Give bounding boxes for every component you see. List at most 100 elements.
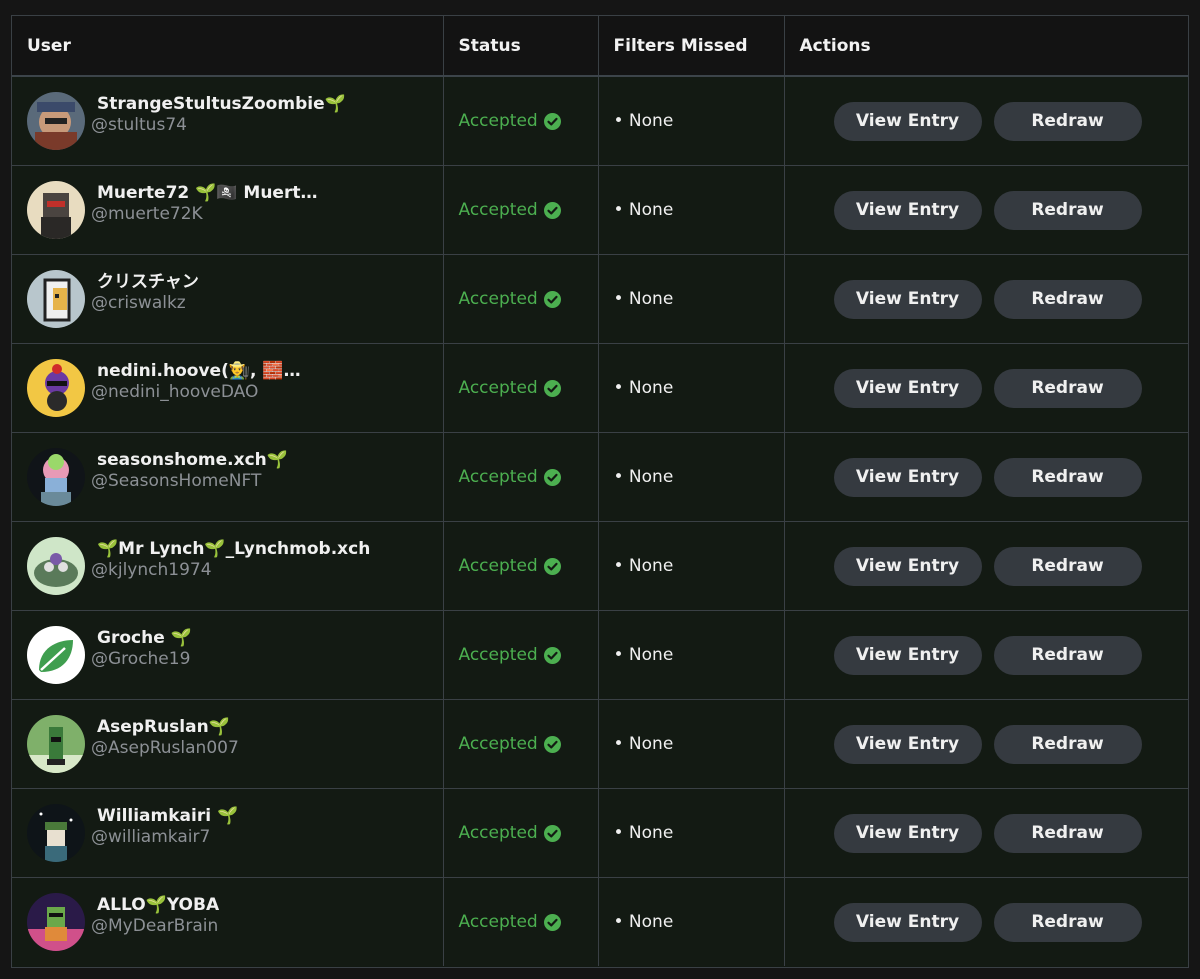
column-header-actions: Actions — [784, 16, 1188, 77]
status-text: Accepted — [458, 111, 538, 131]
redraw-button[interactable]: Redraw — [993, 724, 1142, 764]
actions-cell: View Entry Redraw — [784, 610, 1188, 700]
view-entry-button[interactable]: View Entry — [833, 190, 982, 230]
column-header-filters-missed[interactable]: Filters Missed — [598, 16, 785, 77]
avatar[interactable] — [27, 626, 85, 684]
actions-cell: View Entry Redraw — [784, 75, 1188, 166]
filters-missed-cell: • None — [598, 610, 785, 700]
user-handle: @stultus74 — [91, 115, 187, 135]
user-cell: nedini.hoove(👨‍🌾, 🧱… @nedini_hooveDAO — [12, 343, 444, 433]
actions-cell: View Entry Redraw — [784, 165, 1188, 255]
filters-missed-value: • None — [613, 378, 674, 398]
status-badge: Accepted — [459, 734, 583, 754]
actions-cell: View Entry Redraw — [784, 788, 1188, 878]
filters-missed-cell: • None — [598, 432, 785, 522]
check-circle-icon — [543, 735, 561, 753]
user-handle: @muerte72K — [91, 204, 203, 224]
status-badge: Accepted — [459, 111, 583, 131]
entries-grid: User Status Filters Missed Actions Stran… — [12, 16, 1188, 966]
avatar[interactable] — [27, 537, 85, 595]
redraw-button[interactable]: Redraw — [993, 101, 1142, 141]
status-cell: Accepted — [443, 165, 599, 255]
filters-missed-cell: • None — [598, 877, 785, 966]
avatar[interactable] — [27, 181, 85, 239]
view-entry-button[interactable]: View Entry — [833, 635, 982, 675]
filters-missed-value: • None — [613, 645, 674, 665]
view-entry-button[interactable]: View Entry — [833, 368, 982, 408]
redraw-button[interactable]: Redraw — [993, 635, 1142, 675]
avatar[interactable] — [27, 893, 85, 951]
actions-cell: View Entry Redraw — [784, 699, 1188, 789]
status-cell: Accepted — [443, 75, 599, 166]
view-entry-button[interactable]: View Entry — [833, 457, 982, 497]
redraw-button[interactable]: Redraw — [993, 279, 1142, 319]
status-text: Accepted — [458, 289, 538, 309]
status-text: Accepted — [458, 467, 538, 487]
user-cell: Groche 🌱 @Groche19 — [12, 610, 444, 700]
view-entry-button[interactable]: View Entry — [833, 101, 982, 141]
check-circle-icon — [543, 913, 561, 931]
avatar[interactable] — [27, 804, 85, 862]
avatar[interactable] — [27, 359, 85, 417]
user-cell: AsepRuslan🌱 @AsepRuslan007 — [12, 699, 444, 789]
column-header-status[interactable]: Status — [443, 16, 599, 77]
status-text: Accepted — [458, 734, 538, 754]
actions-cell: View Entry Redraw — [784, 521, 1188, 611]
filters-missed-cell: • None — [598, 343, 785, 433]
redraw-button[interactable]: Redraw — [993, 190, 1142, 230]
table-row: nedini.hoove(👨‍🌾, 🧱… @nedini_hooveDAO Ac… — [12, 343, 1188, 433]
user-cell: Muerte72 🌱🏴‍☠️ Muert… @muerte72K — [12, 165, 444, 255]
actions-cell: View Entry Redraw — [784, 877, 1188, 966]
status-badge: Accepted — [459, 556, 583, 576]
status-cell: Accepted — [443, 254, 599, 344]
view-entry-button[interactable]: View Entry — [833, 546, 982, 586]
avatar[interactable] — [27, 92, 85, 150]
filters-missed-value: • None — [613, 467, 674, 487]
status-badge: Accepted — [459, 823, 583, 843]
display-name: AsepRuslan🌱 — [97, 717, 230, 737]
display-name: 🌱Mr Lynch🌱_Lynchmob.xch — [97, 539, 371, 559]
filters-missed-value: • None — [613, 556, 674, 576]
table-row: seasonshome.xch🌱 @SeasonsHomeNFT Accepte… — [12, 432, 1188, 522]
table-row: StrangeStultusZoombie🌱 @stultus74 Accept… — [12, 75, 1188, 166]
redraw-button[interactable]: Redraw — [993, 368, 1142, 408]
check-circle-icon — [543, 290, 561, 308]
view-entry-button[interactable]: View Entry — [833, 902, 982, 942]
status-cell: Accepted — [443, 877, 599, 966]
actions-cell: View Entry Redraw — [784, 343, 1188, 433]
check-circle-icon — [543, 112, 561, 130]
redraw-button[interactable]: Redraw — [993, 457, 1142, 497]
avatar[interactable] — [27, 715, 85, 773]
user-handle: @nedini_hooveDAO — [91, 382, 259, 402]
user-cell: Williamkairi 🌱 @williamkair7 — [12, 788, 444, 878]
display-name: Muerte72 🌱🏴‍☠️ Muert… — [97, 183, 318, 203]
view-entry-button[interactable]: View Entry — [833, 813, 982, 853]
redraw-button[interactable]: Redraw — [993, 902, 1142, 942]
display-name: Williamkairi 🌱 — [97, 806, 239, 826]
user-handle: @criswalkz — [91, 293, 186, 313]
filters-missed-value: • None — [613, 200, 674, 220]
actions-cell: View Entry Redraw — [784, 432, 1188, 522]
table-row: AsepRuslan🌱 @AsepRuslan007 Accepted • No… — [12, 699, 1188, 789]
entries-table: User Status Filters Missed Actions Stran… — [11, 15, 1189, 968]
view-entry-button[interactable]: View Entry — [833, 724, 982, 764]
status-cell: Accepted — [443, 432, 599, 522]
display-name: nedini.hoove(👨‍🌾, 🧱… — [97, 361, 301, 381]
column-header-user[interactable]: User — [12, 16, 444, 77]
redraw-button[interactable]: Redraw — [993, 813, 1142, 853]
header-row: User Status Filters Missed Actions — [12, 16, 1188, 77]
redraw-button[interactable]: Redraw — [993, 546, 1142, 586]
display-name: StrangeStultusZoombie🌱 — [97, 94, 346, 114]
check-circle-icon — [543, 824, 561, 842]
status-badge: Accepted — [459, 467, 583, 487]
check-circle-icon — [543, 201, 561, 219]
user-handle: @MyDearBrain — [91, 916, 219, 936]
status-cell: Accepted — [443, 699, 599, 789]
view-entry-button[interactable]: View Entry — [833, 279, 982, 319]
avatar[interactable] — [27, 270, 85, 328]
filters-missed-cell: • None — [598, 699, 785, 789]
avatar[interactable] — [27, 448, 85, 506]
user-handle: @kjlynch1974 — [91, 560, 212, 580]
status-text: Accepted — [458, 556, 538, 576]
check-circle-icon — [543, 468, 561, 486]
